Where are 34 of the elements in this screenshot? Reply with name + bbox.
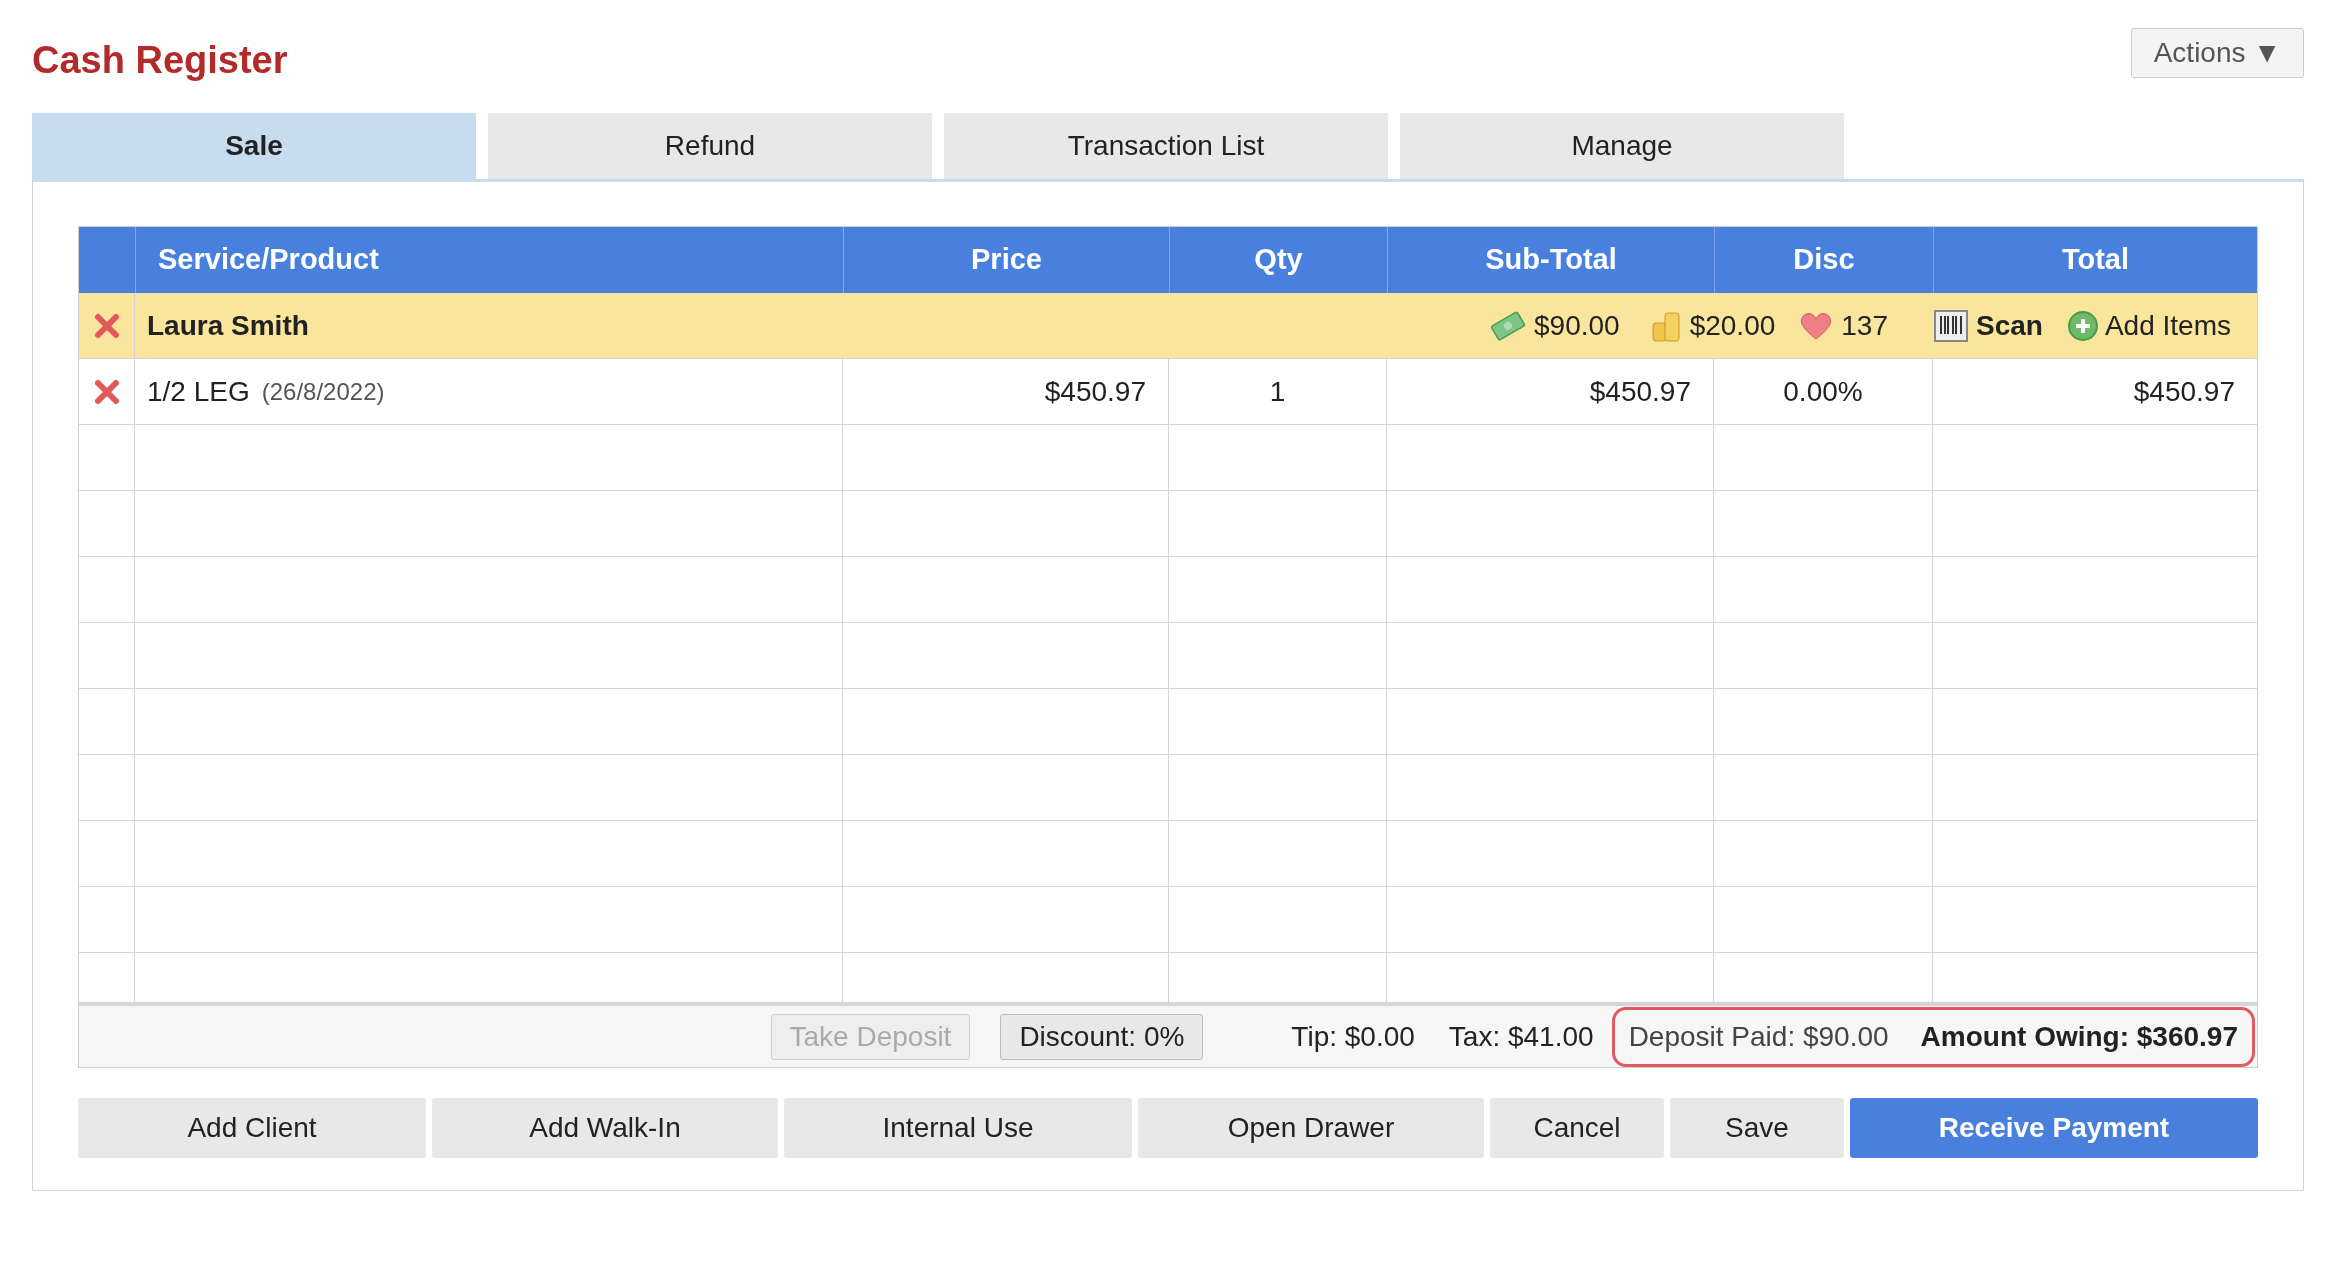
deposit-paid: Deposit Paid: $90.00: [1628, 1019, 1889, 1054]
action-button[interactable]: Open Drawer: [1138, 1098, 1484, 1158]
item-date: (26/8/2022): [261, 376, 385, 407]
table-cell-text: $450.97: [2132, 374, 2236, 409]
table-cell: 0.00%: [1714, 359, 1933, 424]
add-items-button[interactable]: Add Items: [2066, 304, 2231, 347]
scan-button[interactable]: Scan: [1934, 304, 2043, 347]
table-cell: 1: [1169, 359, 1387, 424]
action-button[interactable]: Add Walk-In: [432, 1098, 778, 1158]
tab[interactable]: Sale: [32, 113, 476, 179]
plus-icon: [2066, 309, 2099, 342]
discount-button[interactable]: Discount: 0%: [1000, 1013, 1204, 1060]
tax-amount: Tax: $41.00: [1448, 1019, 1594, 1054]
actions-button[interactable]: Actions ▼: [2130, 28, 2304, 78]
tab[interactable]: Refund: [488, 113, 932, 179]
item-name: 1/2 LEG: [147, 374, 250, 409]
table-cell: $450.97: [843, 359, 1169, 424]
action-button[interactable]: Cancel: [1490, 1098, 1664, 1158]
action-button[interactable]: Save: [1670, 1098, 1844, 1158]
heart-icon: [1799, 310, 1834, 341]
tab[interactable]: Transaction List: [944, 113, 1388, 179]
barcode-icon: [1934, 309, 1968, 342]
table-cell: $450.97: [1387, 359, 1714, 424]
account-credit: $20.00: [1689, 308, 1776, 343]
tab[interactable]: Manage: [1400, 113, 1844, 179]
loyalty-points: 137: [1841, 308, 1888, 343]
cash-credit: $90.00: [1534, 308, 1620, 343]
tip-amount: Tip: $0.00: [1291, 1019, 1415, 1054]
action-button[interactable]: Add Client: [78, 1098, 426, 1158]
action-button[interactable]: Receive Payment: [1850, 1098, 2258, 1158]
page-title: Cash Register: [32, 38, 288, 83]
amount-owing: Amount Owing: $360.97: [1920, 1019, 2238, 1054]
client-name: Laura Smith: [146, 308, 309, 343]
action-button[interactable]: Internal Use: [784, 1098, 1132, 1158]
